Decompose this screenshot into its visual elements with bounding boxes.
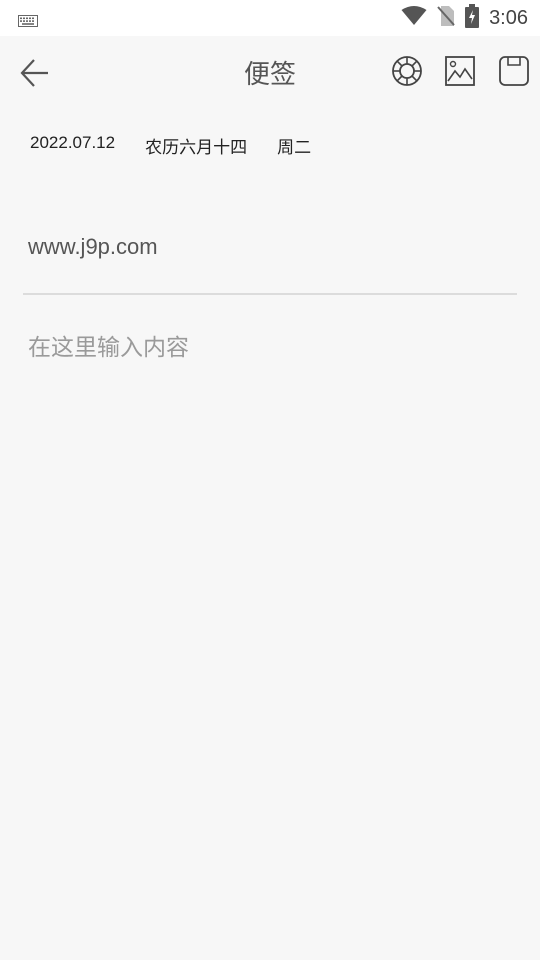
color-palette-button[interactable] bbox=[391, 55, 423, 87]
lunar-date-text: 农历六月十四 bbox=[145, 138, 248, 158]
battery-charging-icon bbox=[465, 4, 480, 32]
divider bbox=[23, 293, 517, 295]
no-sim-icon bbox=[437, 5, 455, 31]
clock-time: 3:06 bbox=[489, 6, 528, 29]
save-icon bbox=[499, 56, 529, 86]
top-toolbar: 便签 bbox=[0, 36, 540, 108]
note-title-input[interactable]: www.j9p.com bbox=[28, 234, 158, 260]
date-info: 2022.07.12 农历六月十四 周二 bbox=[30, 133, 311, 158]
color-palette-icon bbox=[392, 56, 422, 86]
save-button[interactable] bbox=[498, 55, 530, 87]
wifi-icon bbox=[401, 6, 427, 30]
keyboard-icon bbox=[18, 12, 38, 31]
image-icon bbox=[445, 56, 475, 86]
note-content-input[interactable]: 在这里输入内容 bbox=[28, 328, 508, 362]
status-bar: 3:06 bbox=[0, 0, 540, 36]
date-text: 2022.07.12 bbox=[30, 133, 116, 152]
insert-image-button[interactable] bbox=[444, 55, 476, 87]
back-button[interactable] bbox=[20, 58, 50, 88]
back-arrow-icon bbox=[20, 59, 48, 87]
weekday-text: 周二 bbox=[277, 138, 312, 158]
